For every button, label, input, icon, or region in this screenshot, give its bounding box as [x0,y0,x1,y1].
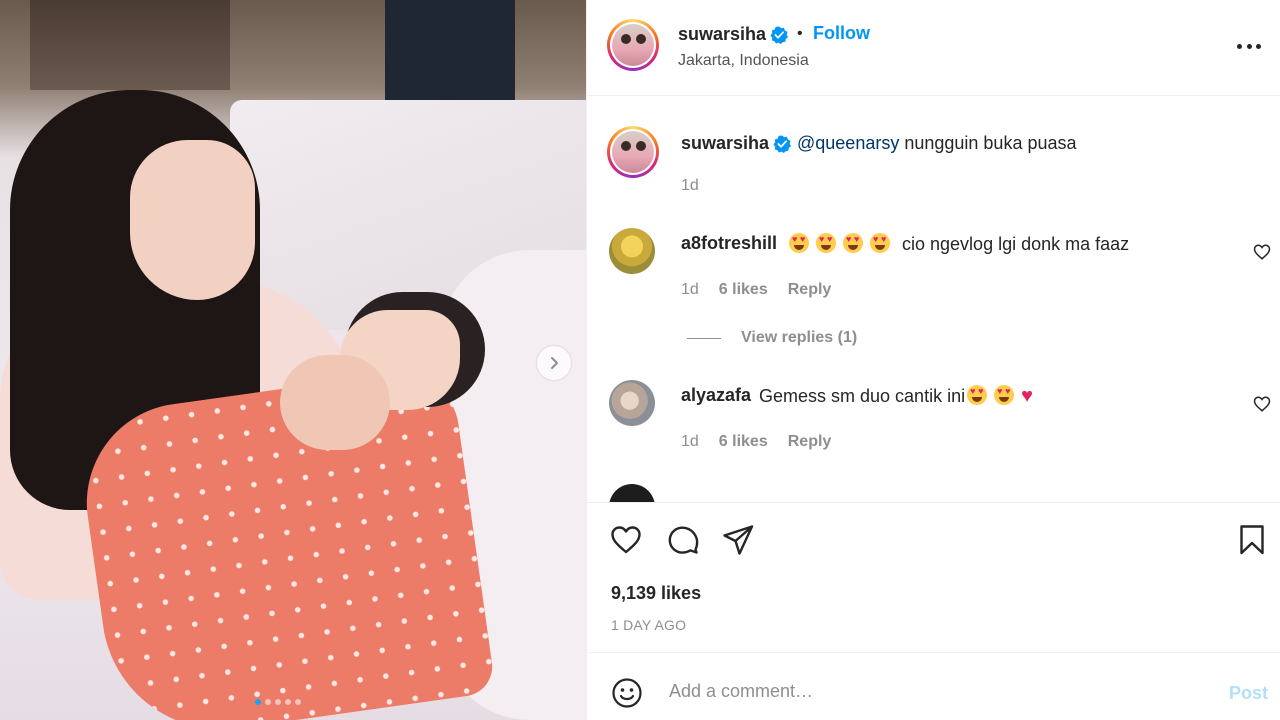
view-replies-button[interactable]: View replies (1) [687,329,857,347]
caption-body: nungguin buka puasa [899,133,1077,153]
heart-eyes-emoji-icon [994,385,1015,405]
verified-badge-icon [773,135,791,153]
likes-count[interactable]: 9,139 likes [611,583,701,604]
carousel-dot [275,699,281,705]
comment-likes[interactable]: 6 likes [719,281,768,299]
header-avatar[interactable] [607,19,659,71]
comment-meta: 1d 6 likes Reply [681,433,831,451]
header-username[interactable]: suwarsiha [678,24,766,45]
comment-text: Gemess sm duo cantik ini ♥ [759,385,1033,408]
carousel-dots [255,699,301,705]
post-timestamp[interactable]: 1 DAY AGO [611,617,686,633]
caption-text: @queenarsy nungguin buka puasa [797,133,1077,154]
heart-eyes-emoji-icon [816,233,836,253]
verified-badge-icon [770,26,788,44]
photo-tv [385,0,515,105]
comment-avatar[interactable] [609,484,655,502]
more-options-icon[interactable] [1237,36,1261,56]
comment-likes[interactable]: 6 likes [719,433,768,451]
view-replies-label: View replies (1) [741,329,858,346]
add-comment-bar: Post [587,652,1280,720]
comment-avatar[interactable] [609,380,655,426]
reply-button[interactable]: Reply [788,281,832,299]
heart-icon[interactable] [609,523,643,557]
emoji-icon[interactable] [611,677,643,709]
avatar-image [612,131,654,173]
avatar-image [612,24,654,66]
heart-eyes-emoji-icon [789,233,809,253]
follow-button[interactable]: Follow [813,23,870,44]
caption-username[interactable]: suwarsiha [681,133,769,154]
post-side-panel: suwarsiha • Follow Jakarta, Indonesia su… [586,0,1280,720]
caption-time[interactable]: 1d [681,177,699,195]
comment-body: Gemess sm duo cantik ini [759,386,966,406]
comment-username[interactable]: alyazafa [681,385,751,406]
post-actions: 9,139 likes 1 DAY AGO [587,502,1280,653]
more-dot [1237,43,1242,49]
comment-time[interactable]: 1d [681,433,699,451]
comment-body: cio ngevlog lgi donk ma faaz [902,234,1130,254]
share-icon[interactable] [721,523,755,557]
avatar-border [610,129,656,175]
comment-like-heart-icon[interactable] [1253,243,1271,261]
post-comment-button[interactable]: Post [1229,683,1268,704]
carousel-dot [285,699,291,705]
carousel-dot [295,699,301,705]
reply-button[interactable]: Reply [788,433,832,451]
photo-hand [280,355,390,450]
comment-input[interactable] [667,673,1191,709]
more-dot [1246,43,1252,49]
carousel-dot-active [255,699,261,705]
heart-eyes-emoji-icon [870,233,890,253]
heart-eyes-emoji-icon [843,233,863,253]
post-photo[interactable] [0,0,586,720]
comment-meta: 1d 6 likes Reply [681,281,831,299]
comment-avatar[interactable] [609,228,655,274]
header-location[interactable]: Jakarta, Indonesia [678,52,809,70]
photo-girl-face [130,140,255,300]
comment-username[interactable]: a8fotreshill [681,233,777,254]
avatar-border [610,22,656,68]
more-dot [1256,43,1261,49]
post-header: suwarsiha • Follow Jakarta, Indonesia [587,0,1280,96]
caption-meta: 1d [681,177,699,195]
header-separator: • [797,25,803,42]
bookmark-icon[interactable] [1235,523,1269,557]
comment-time[interactable]: 1d [681,281,699,299]
caption-avatar[interactable] [607,126,659,178]
view-replies-line [687,337,721,339]
red-heart-emoji-icon: ♥ [1021,385,1033,407]
comments-list[interactable]: suwarsiha @queenarsy nungguin buka puasa… [587,97,1280,502]
carousel-next-button[interactable] [537,346,571,380]
photo-shelf [30,0,230,90]
chevron-right-icon [551,357,558,369]
carousel-dot [265,699,271,705]
caption-mention[interactable]: @queenarsy [797,133,899,153]
comment-icon[interactable] [666,523,700,557]
comment-like-heart-icon[interactable] [1253,395,1271,413]
comment-text: cio ngevlog lgi donk ma faaz [789,233,1129,255]
heart-eyes-emoji-icon [967,385,988,405]
